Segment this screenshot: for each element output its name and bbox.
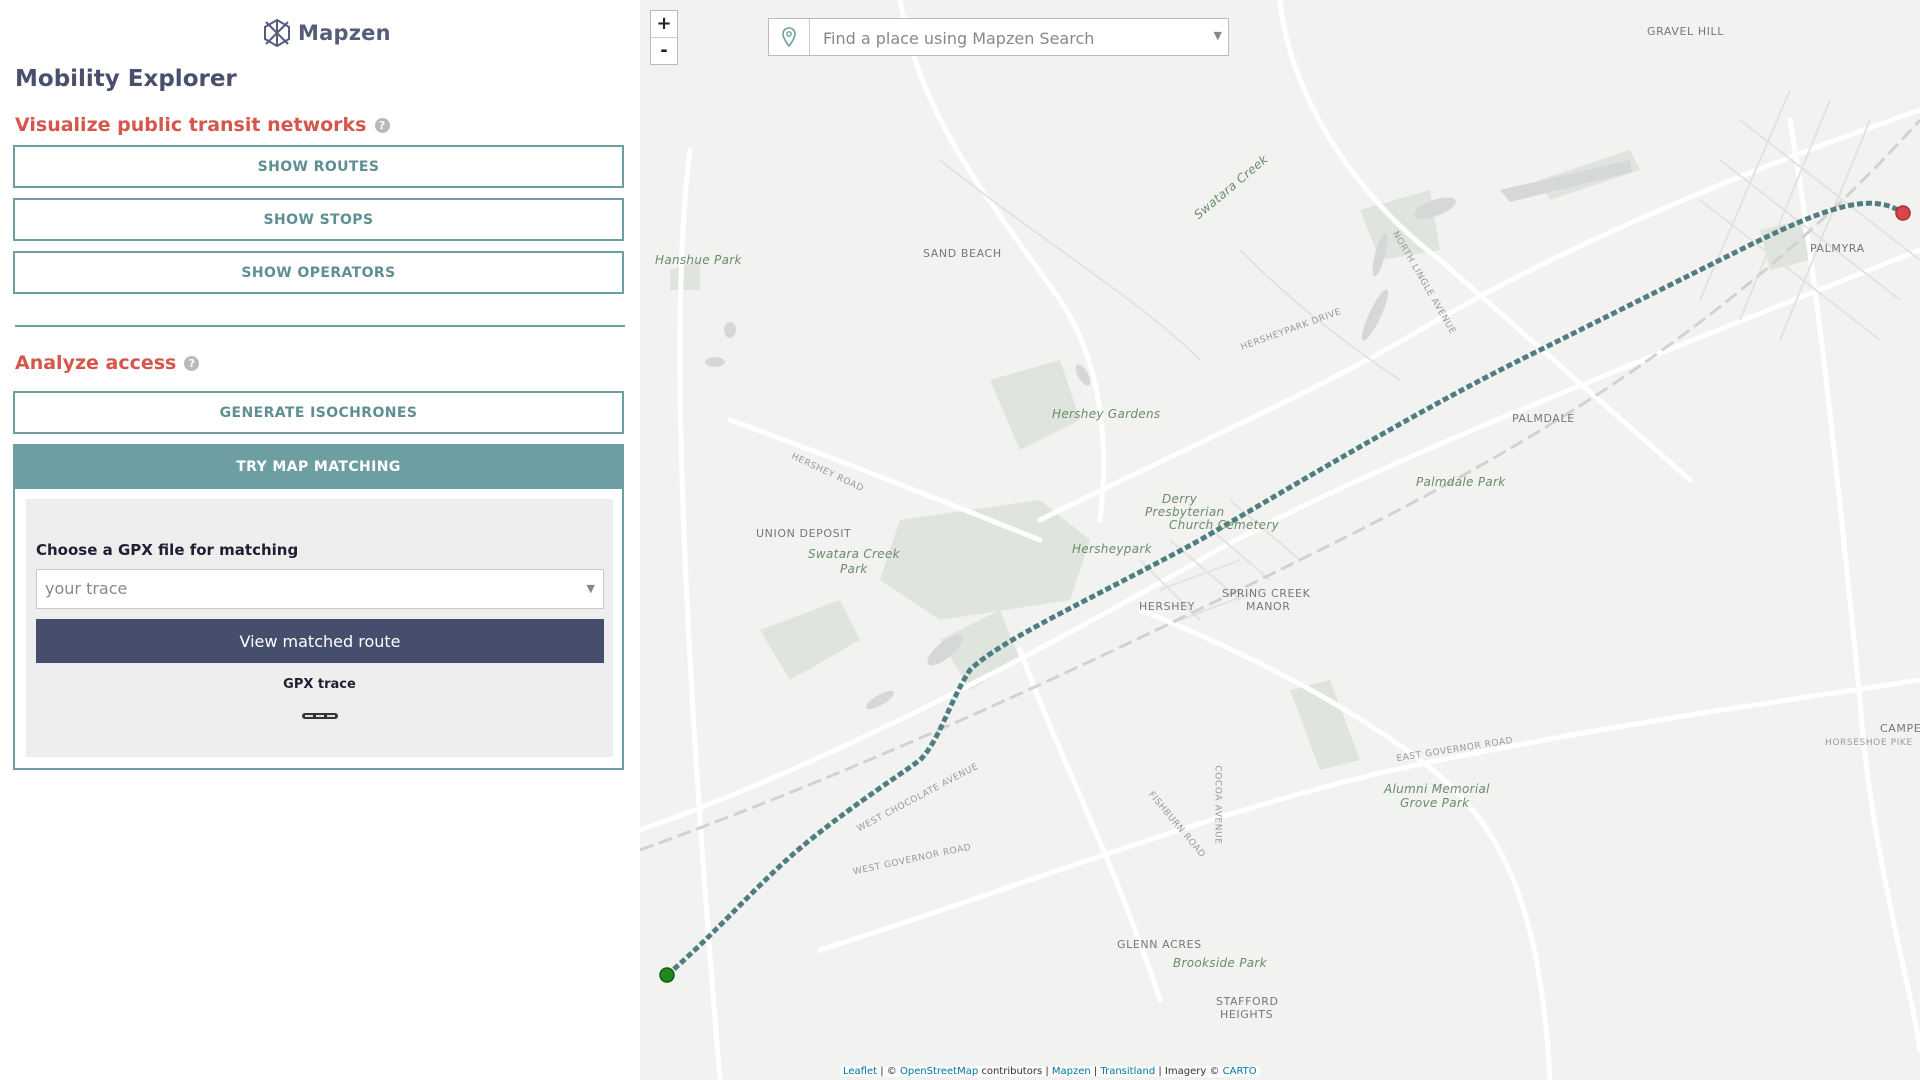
show-routes-button[interactable]: SHOW ROUTES [13, 145, 624, 188]
map-label: Hanshue Park [655, 253, 742, 267]
map-label: Brookside Park [1173, 956, 1267, 970]
place-search: ▼ [768, 18, 1229, 56]
gpx-file-select[interactable]: your trace ▼ [36, 569, 604, 609]
attribution-text: | [1090, 1066, 1101, 1077]
analyze-section-title: Analyze access ? [15, 352, 200, 374]
map-label: Derry [1162, 492, 1198, 506]
mapzen-link[interactable]: Mapzen [1052, 1066, 1091, 1077]
app-title: Mobility Explorer [15, 66, 237, 92]
attribution-text: | Imagery © [1155, 1066, 1223, 1077]
mapzen-logo-icon [264, 18, 290, 48]
visualize-title-text: Visualize public transit networks [15, 114, 367, 136]
transitland-link[interactable]: Transitland [1100, 1066, 1155, 1077]
gpx-file-label: Choose a GPX file for matching [36, 541, 299, 559]
map-label: SAND BEACH [923, 247, 1002, 260]
attribution-text: contributors | [978, 1066, 1052, 1077]
zoom-in-button[interactable]: + [651, 11, 677, 37]
map-attribution: Leaflet | © OpenStreetMap contributors |… [840, 1066, 1260, 1077]
map-label: HERSHEY [1139, 600, 1195, 613]
map-basemap[interactable] [640, 0, 1920, 1080]
map-label: COCOA AVENUE [1212, 765, 1223, 845]
map-label: HEIGHTS [1220, 1008, 1274, 1021]
gpx-file-select-value: your trace [45, 579, 128, 598]
search-input[interactable] [821, 23, 1215, 53]
try-map-matching-button[interactable]: TRY MAP MATCHING [13, 444, 624, 490]
trace-start-marker [659, 967, 675, 983]
show-stops-button[interactable]: SHOW STOPS [13, 198, 624, 241]
map-label: HORSESHOE PIKE [1825, 738, 1913, 748]
section-divider [15, 325, 625, 327]
map-label: CAMPE [1880, 722, 1920, 735]
analyze-title-text: Analyze access [15, 352, 177, 374]
map-label: GLENN ACRES [1117, 938, 1202, 951]
map-view[interactable]: GRAVEL HILL Hanshue Park SAND BEACH Hers… [640, 0, 1920, 1080]
map-label: PALMDALE [1512, 412, 1575, 425]
visualize-help-icon[interactable]: ? [374, 117, 390, 133]
zoom-out-button[interactable]: - [651, 37, 677, 64]
map-label: MANOR [1246, 600, 1291, 613]
map-matching-form: Choose a GPX file for matching your trac… [26, 499, 613, 757]
mapzen-logo[interactable]: Mapzen [262, 18, 391, 48]
show-operators-button[interactable]: SHOW OPERATORS [13, 251, 624, 294]
location-pin-icon[interactable] [769, 19, 810, 55]
gpx-trace-legend-label: GPX trace [283, 677, 356, 692]
map-label: Church Cemetery [1169, 518, 1279, 532]
carto-link[interactable]: CARTO [1223, 1066, 1257, 1077]
map-label: STAFFORD [1216, 995, 1279, 1008]
view-matched-route-button[interactable]: View matched route [36, 619, 604, 663]
generate-isochrones-button[interactable]: GENERATE ISOCHRONES [13, 391, 624, 434]
map-label: Hershey Gardens [1052, 407, 1161, 421]
map-label: UNION DEPOSIT [756, 527, 852, 540]
openstreetmap-link[interactable]: OpenStreetMap [900, 1066, 978, 1077]
map-label: PALMYRA [1810, 242, 1865, 255]
map-label: Hersheypark [1072, 542, 1152, 556]
map-label: Palmdale Park [1416, 475, 1506, 489]
attribution-text: | © [877, 1066, 900, 1077]
map-label: Swatara Creek [808, 547, 900, 561]
gpx-trace-legend-icon [302, 713, 338, 719]
chevron-down-icon: ▼ [586, 582, 595, 595]
map-label: Park [840, 562, 868, 576]
map-matching-panel: Choose a GPX file for matching your trac… [13, 489, 624, 770]
map-label: Presbyterian [1145, 505, 1225, 519]
chevron-down-icon[interactable]: ▼ [1214, 29, 1222, 42]
trace-end-marker [1895, 205, 1911, 221]
map-label: GRAVEL HILL [1647, 25, 1725, 38]
map-label: Alumni Memorial [1384, 782, 1490, 796]
sidebar: Mapzen Mobility Explorer Visualize publi… [0, 0, 640, 1080]
analyze-help-icon[interactable]: ? [184, 355, 200, 371]
mapzen-logo-text: Mapzen [298, 21, 391, 45]
visualize-section-title: Visualize public transit networks ? [15, 114, 390, 136]
map-label: Grove Park [1400, 796, 1470, 810]
zoom-control: + - [650, 10, 678, 65]
leaflet-link[interactable]: Leaflet [843, 1066, 877, 1077]
map-label: SPRING CREEK [1222, 587, 1311, 600]
